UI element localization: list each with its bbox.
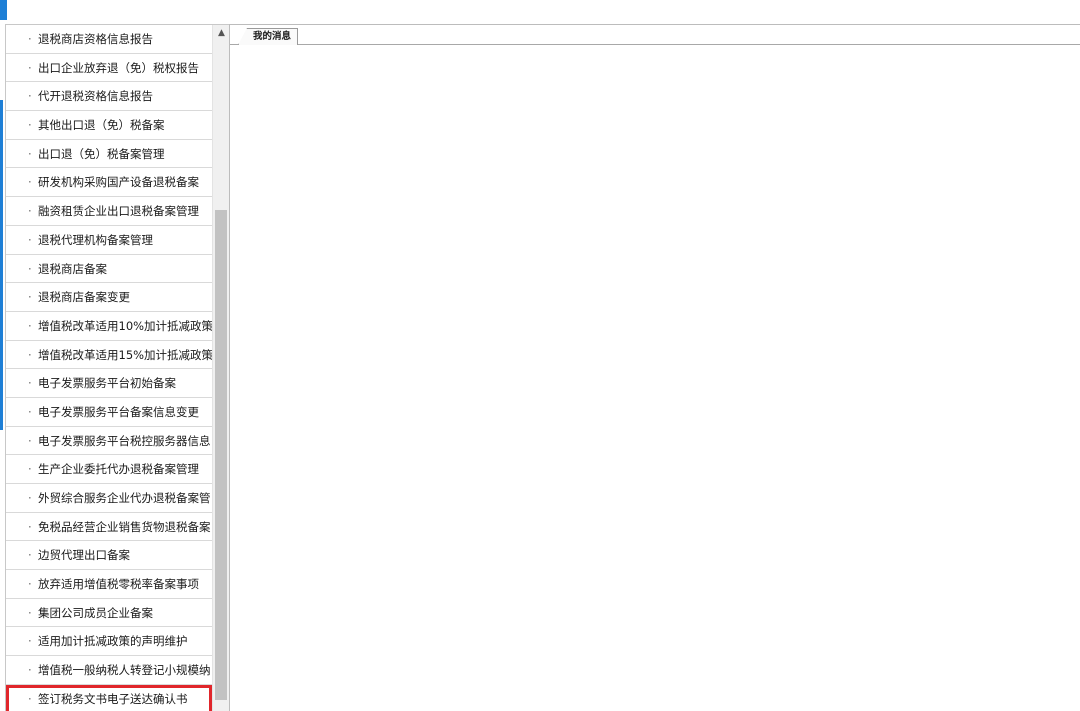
sidebar-menu-item-label: 出口企业放弃退（免）税权报告: [38, 60, 199, 75]
sidebar-menu-item-label: 签订税务文书电子送达确认书: [38, 691, 188, 706]
sidebar-menu-item-label: 增值税一般纳税人转登记小规模纳: [38, 663, 211, 678]
sidebar-menu-item-label: 生产企业委托代办退税备案管理: [38, 462, 199, 477]
bullet-icon: ·: [28, 519, 32, 534]
main-content: 我的消息: [229, 24, 1080, 711]
sidebar-menu-item-label: 其他出口退（免）税备案: [38, 118, 165, 133]
sidebar-menu-item[interactable]: · 放弃适用增值税零税率备案事项: [6, 570, 212, 599]
sidebar-menu-item[interactable]: · 退税代理机构备案管理: [6, 226, 212, 255]
sidebar-menu-item-label: 退税商店备案变更: [38, 290, 130, 305]
bullet-icon: ·: [28, 433, 32, 448]
sidebar-menu-item[interactable]: · 研发机构采购国产设备退税备案: [6, 168, 212, 198]
menu-list: · 退税商店资格信息报告 · 出口企业放弃退（免）税权报告 · 代开退税资格信息报告 · 其他…: [6, 25, 212, 711]
sidebar-menu-item-label: 集团公司成员企业备案: [38, 605, 153, 620]
window-accent-left: [0, 100, 3, 430]
sidebar-menu-item[interactable]: · 退税商店备案: [6, 255, 212, 284]
sidebar-menu-item-label: 电子发票服务平台备案信息变更: [38, 404, 199, 419]
bullet-icon: ·: [28, 232, 32, 247]
sidebar-menu-item-label: 融资租赁企业出口退税备案管理: [38, 204, 199, 219]
sidebar-menu: · 退税商店资格信息报告 · 出口企业放弃退（免）税权报告 · 代开退税资格信息报告 · 其他…: [5, 24, 229, 711]
sidebar-menu-item[interactable]: · 退税商店资格信息报告: [6, 25, 212, 54]
sidebar-menu-item-label: 免税品经营企业销售货物退税备案: [38, 519, 211, 534]
sidebar-menu-item-label: 边贸代理出口备案: [38, 548, 130, 563]
sidebar-menu-item[interactable]: · 代开退税资格信息报告: [6, 82, 212, 112]
bullet-icon: ·: [28, 60, 32, 75]
bullet-icon: ·: [28, 204, 32, 219]
bullet-icon: ·: [28, 462, 32, 477]
sidebar-menu-item-label: 退税商店备案: [38, 261, 107, 276]
bullet-icon: ·: [28, 548, 32, 563]
sidebar-menu-item[interactable]: · 增值税一般纳税人转登记小规模纳: [6, 656, 212, 685]
bullet-icon: ·: [28, 175, 32, 190]
sidebar-menu-item-label: 研发机构采购国产设备退税备案: [38, 175, 199, 190]
sidebar-menu-item-label: 增值税改革适用10%加计抵减政策: [38, 318, 212, 333]
bullet-icon: ·: [28, 634, 32, 649]
sidebar-menu-item[interactable]: · 适用加计抵减政策的声明维护: [6, 627, 212, 657]
bullet-icon: ·: [28, 404, 32, 419]
sidebar-menu-item[interactable]: · 出口退（免）税备案管理: [6, 140, 212, 169]
sidebar-menu-item-label: 退税商店资格信息报告: [38, 32, 153, 46]
sidebar-menu-item[interactable]: · 生产企业委托代办退税备案管理: [6, 455, 212, 484]
bullet-icon: ·: [28, 577, 32, 592]
bullet-icon: ·: [28, 347, 32, 362]
bullet-icon: ·: [28, 376, 32, 391]
sidebar-menu-item-label: 退税代理机构备案管理: [38, 232, 153, 247]
sidebar-menu-item[interactable]: · 外贸综合服务企业代办退税备案管: [6, 484, 212, 513]
sidebar-menu-item-label: 外贸综合服务企业代办退税备案管: [38, 491, 211, 505]
bullet-icon: ·: [28, 691, 32, 706]
sidebar-menu-item-label: 电子发票服务平台初始备案: [38, 376, 176, 391]
scroll-thumb[interactable]: [215, 210, 227, 700]
tab-my-messages[interactable]: 我的消息: [238, 28, 299, 45]
sidebar-scrollbar[interactable]: ▲: [212, 25, 229, 711]
sidebar-menu-item-label: 出口退（免）税备案管理: [38, 146, 165, 161]
sidebar-menu-item[interactable]: · 出口企业放弃退（免）税权报告: [6, 54, 212, 83]
sidebar-menu-item-label: 电子发票服务平台税控服务器信息: [38, 433, 211, 448]
sidebar-menu-item[interactable]: · 增值税改革适用10%加计抵减政策: [6, 312, 212, 341]
bullet-icon: ·: [28, 318, 32, 333]
sidebar-menu-item[interactable]: · 其他出口退（免）税备案: [6, 111, 212, 140]
sidebar-menu-item-label: 增值税改革适用15%加计抵减政策: [38, 347, 212, 362]
window-accent-top: [0, 0, 7, 20]
bullet-icon: ·: [28, 261, 32, 276]
sidebar-menu-item-label: 适用加计抵减政策的声明维护: [38, 634, 188, 649]
sidebar-menu-item[interactable]: · 融资租赁企业出口退税备案管理: [6, 197, 212, 226]
bullet-icon: ·: [28, 118, 32, 133]
sidebar-menu-item[interactable]: · 电子发票服务平台税控服务器信息: [6, 427, 212, 456]
bullet-icon: ·: [28, 663, 32, 678]
chevron-up-icon[interactable]: ▲: [213, 25, 229, 42]
sidebar-menu-item[interactable]: · 退税商店备案变更: [6, 283, 212, 312]
sidebar-menu-item[interactable]: · 签订税务文书电子送达确认书: [6, 684, 212, 711]
bullet-icon: ·: [28, 89, 32, 104]
sidebar-menu-item[interactable]: · 边贸代理出口备案: [6, 541, 212, 571]
bullet-icon: ·: [28, 605, 32, 620]
bullet-icon: ·: [28, 32, 32, 46]
sidebar-menu-item[interactable]: · 集团公司成员企业备案: [6, 599, 212, 628]
bullet-icon: ·: [28, 146, 32, 161]
bullet-icon: ·: [28, 491, 32, 505]
sidebar-menu-item[interactable]: · 电子发票服务平台备案信息变更: [6, 398, 212, 427]
sidebar-menu-item-label: 放弃适用增值税零税率备案事项: [38, 577, 199, 592]
sidebar-menu-item-label: 代开退税资格信息报告: [38, 89, 153, 104]
sidebar-menu-item[interactable]: · 增值税改革适用15%加计抵减政策: [6, 341, 212, 370]
tab-strip: 我的消息: [230, 25, 1080, 45]
sidebar-menu-item[interactable]: · 电子发票服务平台初始备案: [6, 369, 212, 398]
bullet-icon: ·: [28, 290, 32, 305]
sidebar-menu-item[interactable]: · 免税品经营企业销售货物退税备案: [6, 513, 212, 542]
